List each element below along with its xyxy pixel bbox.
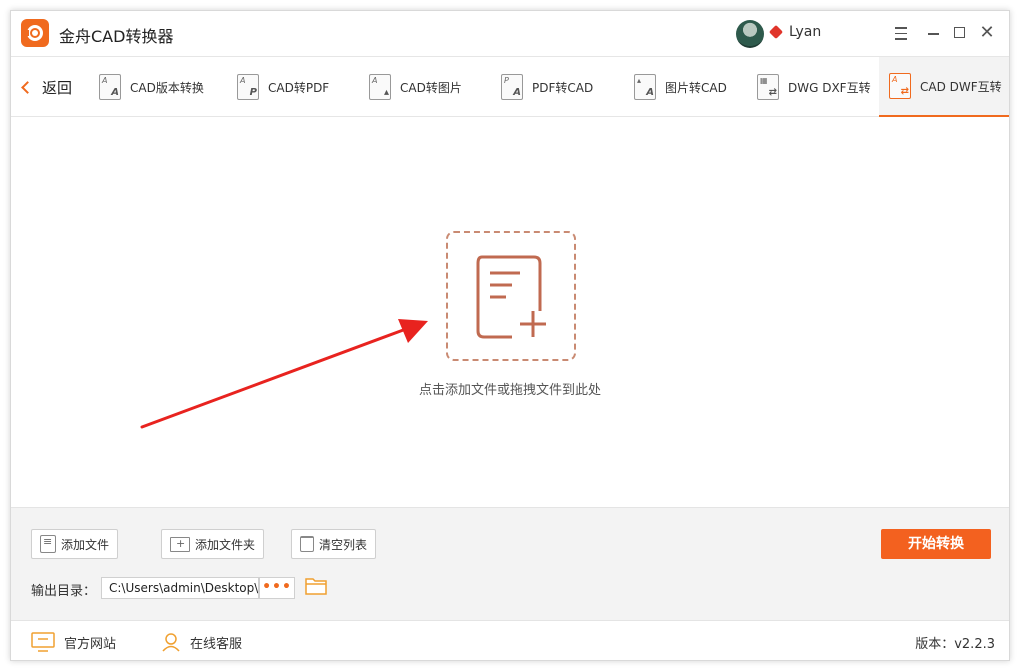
pdf-to-cad-icon: PA xyxy=(501,74,523,100)
cad-to-image-icon: A ▴ xyxy=(369,74,391,100)
cad-version-icon: AA xyxy=(99,74,121,100)
maximize-icon[interactable] xyxy=(949,23,969,43)
add-file-dropzone[interactable] xyxy=(446,231,576,361)
close-icon[interactable]: ✕ xyxy=(977,23,997,43)
vip-diamond-icon xyxy=(768,24,784,40)
drop-hint-text: 点击添加文件或拖拽文件到此处 xyxy=(418,383,601,398)
user-name[interactable]: Lyan xyxy=(789,24,821,40)
tab-label: 图片转CAD xyxy=(665,80,727,95)
add-file-label: 添加文件 xyxy=(61,537,110,552)
red-arrow-annotation xyxy=(140,319,428,429)
function-tabs-bar: 返回 AA CAD版本转换 AP CAD转PDF A ▴ CAD转图片 PA PD… xyxy=(11,56,1009,117)
tab-label: DWG DXF互转 xyxy=(788,80,871,95)
cad-dwf-icon: A ⇄ xyxy=(889,73,911,99)
title-bar: 金舟CAD转换器 Lyan ✕ xyxy=(11,11,1009,56)
add-folder-button[interactable]: + 添加文件夹 xyxy=(161,529,265,559)
user-avatar[interactable] xyxy=(736,20,764,48)
monitor-icon xyxy=(31,632,55,652)
cad-to-pdf-icon: AP xyxy=(237,74,259,100)
tab-cad-version[interactable]: AA CAD版本转换 xyxy=(99,57,204,117)
output-dir-label: 输出目录： xyxy=(31,584,97,599)
tab-cad-to-image[interactable]: A ▴ CAD转图片 xyxy=(369,57,462,117)
app-logo-icon xyxy=(21,19,49,47)
trash-icon xyxy=(300,536,314,552)
website-label: 官方网站 xyxy=(64,636,117,652)
open-folder-icon[interactable] xyxy=(305,576,327,596)
tab-label: CAD DWF互转 xyxy=(920,79,1002,94)
support-label: 在线客服 xyxy=(190,636,243,652)
file-drop-area[interactable]: 点击添加文件或拖拽文件到此处 xyxy=(11,117,1009,507)
start-convert-button[interactable]: 开始转换 xyxy=(881,529,991,559)
status-bar: 官方网站 在线客服 版本：v2.2.3 xyxy=(11,620,1009,660)
app-title: 金舟CAD转换器 xyxy=(59,27,174,46)
tab-dwg-dxf[interactable]: ▦ ⇄ DWG DXF互转 xyxy=(757,57,871,117)
tab-image-to-cad[interactable]: ▴ A 图片转CAD xyxy=(634,57,727,117)
tab-label: CAD转图片 xyxy=(400,80,462,95)
output-path-field[interactable]: C:\Users\admin\Desktop\ xyxy=(101,577,259,599)
tab-label: CAD转PDF xyxy=(268,80,330,95)
add-file-button[interactable]: ≡ 添加文件 xyxy=(31,529,119,559)
bottom-panel: ≡ 添加文件 + 添加文件夹 清空列表 开始转换 输出目录： C:\Users\… xyxy=(11,507,1009,620)
add-document-icon xyxy=(476,255,546,339)
version-value: v2.2.3 xyxy=(954,637,995,652)
dwg-dxf-icon: ▦ ⇄ xyxy=(757,74,779,100)
tab-cad-dwf[interactable]: A ⇄ CAD DWF互转 xyxy=(879,57,1009,117)
app-window: 金舟CAD转换器 Lyan ✕ 返回 AA CAD版本转换 AP CAD转PDF… xyxy=(10,10,1010,661)
clear-list-button[interactable]: 清空列表 xyxy=(291,529,377,559)
tab-label: CAD版本转换 xyxy=(130,80,204,95)
chevron-left-icon xyxy=(21,80,34,94)
tab-label: PDF转CAD xyxy=(532,80,594,95)
back-label: 返回 xyxy=(42,78,73,97)
add-folder-label: 添加文件夹 xyxy=(195,537,256,552)
clear-list-label: 清空列表 xyxy=(319,537,368,552)
customer-service-icon xyxy=(162,633,180,652)
add-file-icon: ≡ xyxy=(40,535,56,553)
image-to-cad-icon: ▴ A xyxy=(634,74,656,100)
tab-cad-to-pdf[interactable]: AP CAD转PDF xyxy=(237,57,329,117)
back-button[interactable]: 返回 xyxy=(19,75,72,99)
version-label: 版本： xyxy=(915,637,955,652)
browse-more-button[interactable]: ••• xyxy=(259,577,295,599)
version-info: 版本：v2.2.3 xyxy=(915,633,995,652)
official-website-link[interactable]: 官方网站 xyxy=(31,632,116,652)
minimize-icon[interactable] xyxy=(923,23,943,43)
tab-pdf-to-cad[interactable]: PA PDF转CAD xyxy=(501,57,593,117)
online-support-link[interactable]: 在线客服 xyxy=(161,632,242,652)
add-folder-icon: + xyxy=(170,536,190,552)
menu-icon[interactable] xyxy=(891,23,911,43)
